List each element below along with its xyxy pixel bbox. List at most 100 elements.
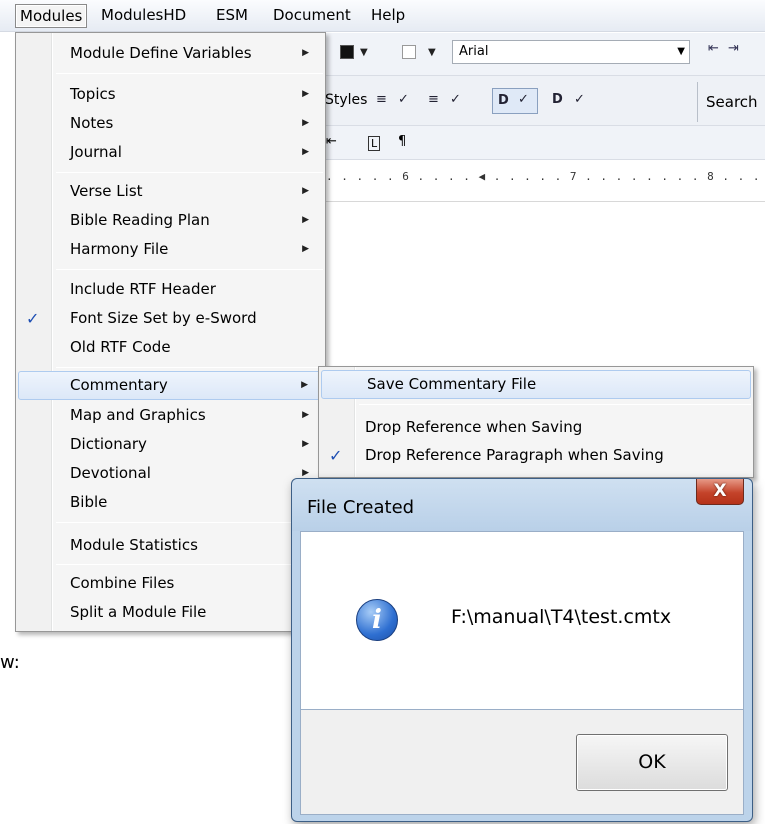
decrease-indent-icon[interactable]: ⇤	[708, 41, 719, 56]
style-d-icon: D	[498, 93, 509, 108]
menu-item-dictionary[interactable]: Dictionary ▶	[18, 430, 323, 459]
submenu-arrow-icon: ▶	[302, 186, 309, 196]
paragraph-toolbar	[320, 126, 765, 160]
submenu-arrow-icon: ▶	[302, 215, 309, 225]
menu-separator	[56, 172, 323, 173]
menu-item-label: Module Statistics	[70, 536, 198, 554]
menu-separator	[359, 404, 751, 405]
menu-item-label: Save Commentary File	[367, 375, 537, 393]
menu-item-save-commentary-file[interactable]: Save Commentary File	[321, 370, 751, 399]
menu-moduleshd[interactable]: ModulesHD	[97, 4, 190, 28]
menu-item-old-rtf-code[interactable]: Old RTF Code	[18, 333, 323, 362]
menu-item-label: Bible	[70, 493, 108, 511]
menu-esm[interactable]: ESM	[212, 4, 252, 28]
menu-item-drop-reference-when-saving[interactable]: Drop Reference when Saving	[321, 413, 751, 442]
menu-item-devotional[interactable]: Devotional ▶	[18, 459, 323, 488]
menu-item-label: Split a Module File	[70, 603, 207, 621]
menu-item-drop-reference-paragraph-when-saving[interactable]: ✓ Drop Reference Paragraph when Saving	[321, 441, 751, 470]
menu-item-split-a-module-file[interactable]: Split a Module File	[18, 598, 323, 627]
style-p-icon[interactable]: D	[552, 92, 563, 107]
submenu-arrow-icon: ▶	[302, 89, 309, 99]
close-button[interactable]: X	[696, 479, 744, 505]
info-icon: i	[356, 599, 398, 641]
menu-item-module-statistics[interactable]: Module Statistics	[18, 531, 323, 560]
font-color-dropdown-icon[interactable]: ▼	[360, 47, 368, 58]
menu-item-font-size-set-by-esword[interactable]: ✓ Font Size Set by e-Sword	[18, 304, 323, 333]
menu-item-label: Notes	[70, 114, 114, 132]
menu-item-label: Journal	[70, 143, 122, 161]
ruler-marks: . . . . . 6 . . . . ◀ . . . . . 7 . . . …	[326, 170, 765, 183]
menu-item-notes[interactable]: Notes ▶	[18, 109, 323, 138]
styles-label: Styles	[325, 92, 368, 108]
search-button[interactable]: Search	[697, 82, 765, 122]
outdent-icon[interactable]: ⇤	[326, 134, 337, 149]
ok-button[interactable]: OK	[576, 734, 728, 791]
menu-item-label: Font Size Set by e-Sword	[70, 309, 257, 327]
font-color-swatch[interactable]	[340, 45, 354, 59]
menu-document[interactable]: Document	[269, 4, 355, 28]
menu-separator	[56, 269, 323, 270]
paragraph-style-icon[interactable]: ≡	[376, 92, 387, 107]
style-d-apply-icon: ✓	[518, 92, 529, 107]
menu-item-label: Drop Reference Paragraph when Saving	[365, 446, 664, 464]
increase-indent-icon[interactable]: ⇥	[728, 41, 739, 56]
line-break-icon[interactable]: L	[368, 136, 381, 151]
menu-item-topics[interactable]: Topics ▶	[18, 80, 323, 109]
dialog-titlebar[interactable]: File Created X	[292, 479, 752, 531]
menu-item-label: Module Define Variables	[70, 44, 252, 62]
menu-item-label: Include RTF Header	[70, 280, 216, 298]
menu-item-bible[interactable]: Bible	[18, 488, 323, 517]
dialog-body: i F:\manual\T4\test.cmtx	[300, 531, 744, 710]
submenu-arrow-icon: ▶	[302, 147, 309, 157]
menu-item-label: Commentary	[70, 376, 168, 394]
menu-item-label: Map and Graphics	[70, 406, 206, 424]
checkmark-icon: ✓	[329, 446, 343, 465]
chevron-down-icon: ▼	[677, 46, 685, 57]
menu-item-include-rtf-header[interactable]: Include RTF Header	[18, 275, 323, 304]
menu-modules[interactable]: Modules	[15, 4, 88, 28]
menu-item-verse-list[interactable]: Verse List ▶	[18, 177, 323, 206]
submenu-arrow-icon: ▶	[301, 380, 308, 390]
menu-item-label: Bible Reading Plan	[70, 211, 210, 229]
submenu-arrow-icon: ▶	[302, 439, 309, 449]
dialog-footer: OK	[300, 710, 744, 815]
paragraph-mark-icon[interactable]: ¶	[398, 134, 406, 149]
apply-style-icon[interactable]: ✓	[398, 92, 409, 107]
highlight-color-dropdown-icon[interactable]: ▼	[428, 47, 436, 58]
menu-item-label: Devotional	[70, 464, 151, 482]
menu-separator	[56, 522, 323, 523]
submenu-arrow-icon: ▶	[302, 118, 309, 128]
font-name-value: Arial	[459, 44, 489, 59]
menu-item-label: Old RTF Code	[70, 338, 171, 356]
menu-item-journal[interactable]: Journal ▶	[18, 138, 323, 167]
menu-item-bible-reading-plan[interactable]: Bible Reading Plan ▶	[18, 206, 323, 235]
style-p-apply-icon[interactable]: ✓	[574, 92, 585, 107]
menu-bar: Modules ModulesHD ESM Document Help	[0, 0, 765, 32]
menu-item-harmony-file[interactable]: Harmony File ▶	[18, 235, 323, 264]
menu-item-label: Harmony File	[70, 240, 169, 258]
dialog-message: F:\manual\T4\test.cmtx	[451, 606, 672, 628]
menu-separator	[56, 73, 323, 74]
menu-help[interactable]: Help	[367, 4, 409, 28]
menu-item-combine-files[interactable]: Combine Files	[18, 569, 323, 598]
menu-separator	[56, 564, 323, 565]
menu-item-map-and-graphics[interactable]: Map and Graphics ▶	[18, 401, 323, 430]
highlight-color-swatch[interactable]	[402, 45, 416, 59]
menu-item-label: Combine Files	[70, 574, 175, 592]
font-name-combobox[interactable]: Arial ▼	[452, 40, 690, 64]
menu-separator	[56, 367, 323, 368]
submenu-arrow-icon: ▶	[302, 410, 309, 420]
menu-item-module-define-variables[interactable]: Module Define Variables ▶	[18, 39, 323, 68]
menu-item-label: Topics	[70, 85, 116, 103]
file-created-dialog: File Created X i F:\manual\T4\test.cmtx …	[291, 478, 753, 822]
paragraph-style-2-icon[interactable]: ≡	[428, 92, 439, 107]
menu-item-commentary[interactable]: Commentary ▶	[18, 371, 323, 400]
modules-menu: Module Define Variables ▶ Topics ▶ Notes…	[15, 32, 326, 632]
submenu-arrow-icon: ▶	[302, 244, 309, 254]
menu-item-label: Drop Reference when Saving	[365, 418, 583, 436]
apply-style-2-icon[interactable]: ✓	[450, 92, 461, 107]
menu-item-label: Verse List	[70, 182, 143, 200]
checkmark-icon: ✓	[26, 309, 40, 328]
dialog-title: File Created	[307, 497, 415, 518]
close-icon: X	[713, 481, 727, 501]
